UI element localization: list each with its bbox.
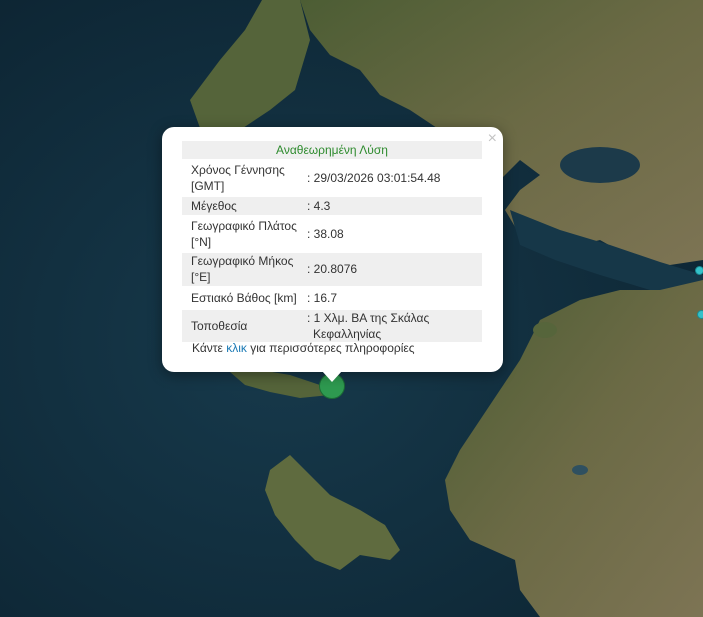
- row-value-cont: Κεφαλληνίας: [313, 327, 382, 341]
- table-row: Τοποθεσία : 1 Χλμ. ΒΑ της Σκάλας Κεφαλλην…: [182, 310, 482, 342]
- row-label: Εστιακό Βάθος [km]: [191, 291, 297, 305]
- row-label: Χρόνος Γέννησης: [191, 163, 285, 177]
- row-value: : 20.8076: [307, 262, 358, 276]
- row-label: Γεωγραφικό Πλάτος: [191, 219, 297, 233]
- row-value: : 4.3: [307, 199, 331, 213]
- row-value: : 38.08: [307, 227, 344, 241]
- popup-tip: [322, 371, 342, 382]
- epicenter-dot-secondary[interactable]: [697, 310, 703, 319]
- row-value: : 29/03/2026 03:01:54.48: [307, 171, 441, 185]
- islet: [533, 322, 557, 338]
- popup-title: Αναθεωρημένη Λύση: [182, 141, 482, 159]
- table-row: Γεωγραφικό Μήκος [°E] : 20.8076: [182, 253, 482, 286]
- more-info-link[interactable]: κλικ: [226, 341, 247, 355]
- epicenter-dot-secondary[interactable]: [695, 266, 703, 275]
- close-icon[interactable]: ×: [488, 129, 497, 149]
- more-suffix: για περισσότερες πληροφορίες: [246, 341, 415, 355]
- table-row: Χρόνος Γέννησης [GMT] : 29/03/2026 03:01:…: [182, 162, 482, 194]
- row-value: : 1 Χλμ. ΒΑ της Σκάλας: [307, 311, 430, 325]
- row-label: Τοποθεσία: [191, 319, 248, 333]
- table-row: Εστιακό Βάθος [km] : 16.7: [182, 289, 482, 307]
- row-label-unit: [°E]: [191, 270, 211, 284]
- row-label-unit: [°N]: [191, 235, 212, 249]
- lake: [560, 147, 640, 183]
- table-row: Γεωγραφικό Πλάτος [°N] : 38.08: [182, 218, 482, 250]
- islet: [572, 465, 588, 475]
- row-label: Μέγεθος: [191, 199, 237, 213]
- more-info-text: Κάντε κλικ για περισσότερες πληροφορίες: [192, 341, 415, 355]
- more-prefix: Κάντε: [192, 341, 227, 355]
- row-label-unit: [GMT]: [191, 179, 225, 193]
- info-table: Αναθεωρημένη Λύση Χρόνος Γέννησης [GMT] :…: [182, 141, 482, 342]
- earthquake-popup: × Αναθεωρημένη Λύση Χρόνος Γέννησης [GMT]…: [162, 127, 503, 372]
- row-value: : 16.7: [307, 291, 338, 305]
- table-row: Μέγεθος : 4.3: [182, 197, 482, 215]
- row-label: Γεωγραφικό Μήκος: [191, 254, 294, 268]
